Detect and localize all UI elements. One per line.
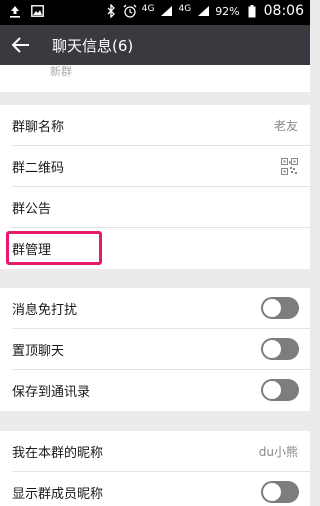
- mute-row: 消息免打扰: [12, 288, 310, 329]
- my-nickname-value: du小熊: [258, 445, 298, 459]
- group-name-label: 群聊名称: [12, 120, 65, 135]
- partial-member-label: 新群: [50, 65, 72, 78]
- mute-toggle[interactable]: [261, 297, 299, 319]
- group-name-row[interactable]: 群聊名称 老友: [12, 105, 310, 146]
- show-nicknames-row: 显示群成员昵称: [12, 472, 310, 506]
- toggle-knob: [263, 381, 281, 399]
- toggle-knob: [263, 299, 281, 317]
- network-4g-label: 4G: [141, 4, 155, 14]
- pin-label: 置顶聊天: [12, 344, 65, 359]
- battery-icon: [245, 4, 259, 18]
- image-icon: [30, 4, 44, 18]
- group-qr-label: 群二维码: [12, 161, 65, 176]
- qr-code-icon: [281, 158, 298, 175]
- group-qr-row[interactable]: 群二维码: [12, 146, 310, 187]
- nickname-section: 我在本群的昵称 du小熊 显示群成员昵称: [0, 431, 310, 506]
- alarm-icon: [123, 4, 137, 18]
- group-announcement-row[interactable]: 群公告: [12, 187, 310, 228]
- partial-member-row: 新群: [0, 65, 310, 92]
- toggle-knob: [263, 340, 281, 358]
- save-contacts-label: 保存到通讯录: [12, 385, 91, 400]
- save-contacts-toggle[interactable]: [261, 379, 299, 401]
- show-nicknames-toggle[interactable]: [261, 481, 299, 503]
- highlight-box: [6, 231, 102, 265]
- bluetooth-icon: [104, 4, 118, 18]
- my-nickname-row[interactable]: 我在本群的昵称 du小熊: [12, 431, 310, 472]
- pin-row: 置顶聊天: [12, 329, 310, 370]
- toggle-knob: [263, 483, 281, 501]
- network-4g-label-2: 4G: [178, 4, 192, 14]
- signal-icon-2: [196, 4, 210, 18]
- title-bar: 聊天信息(6): [0, 25, 310, 65]
- page-title: 聊天信息(6): [52, 37, 134, 55]
- status-bar: 4G 4G 92% 08:06: [0, 0, 310, 25]
- upload-icon: [8, 4, 22, 18]
- mute-label: 消息免打扰: [12, 303, 78, 318]
- save-contacts-row: 保存到通讯录: [12, 370, 310, 411]
- back-arrow-icon[interactable]: [10, 34, 32, 56]
- group-name-value: 老友: [273, 119, 298, 133]
- clock: 08:06: [263, 3, 304, 19]
- pin-toggle[interactable]: [261, 338, 299, 360]
- battery-percent: 92%: [215, 4, 240, 18]
- group-announcement-label: 群公告: [12, 202, 52, 217]
- my-nickname-label: 我在本群的昵称: [12, 446, 104, 461]
- chat-settings-section: 消息免打扰 置顶聊天 保存到通讯录: [0, 288, 310, 411]
- signal-icon-1: [159, 4, 173, 18]
- show-nicknames-label: 显示群成员昵称: [12, 487, 104, 502]
